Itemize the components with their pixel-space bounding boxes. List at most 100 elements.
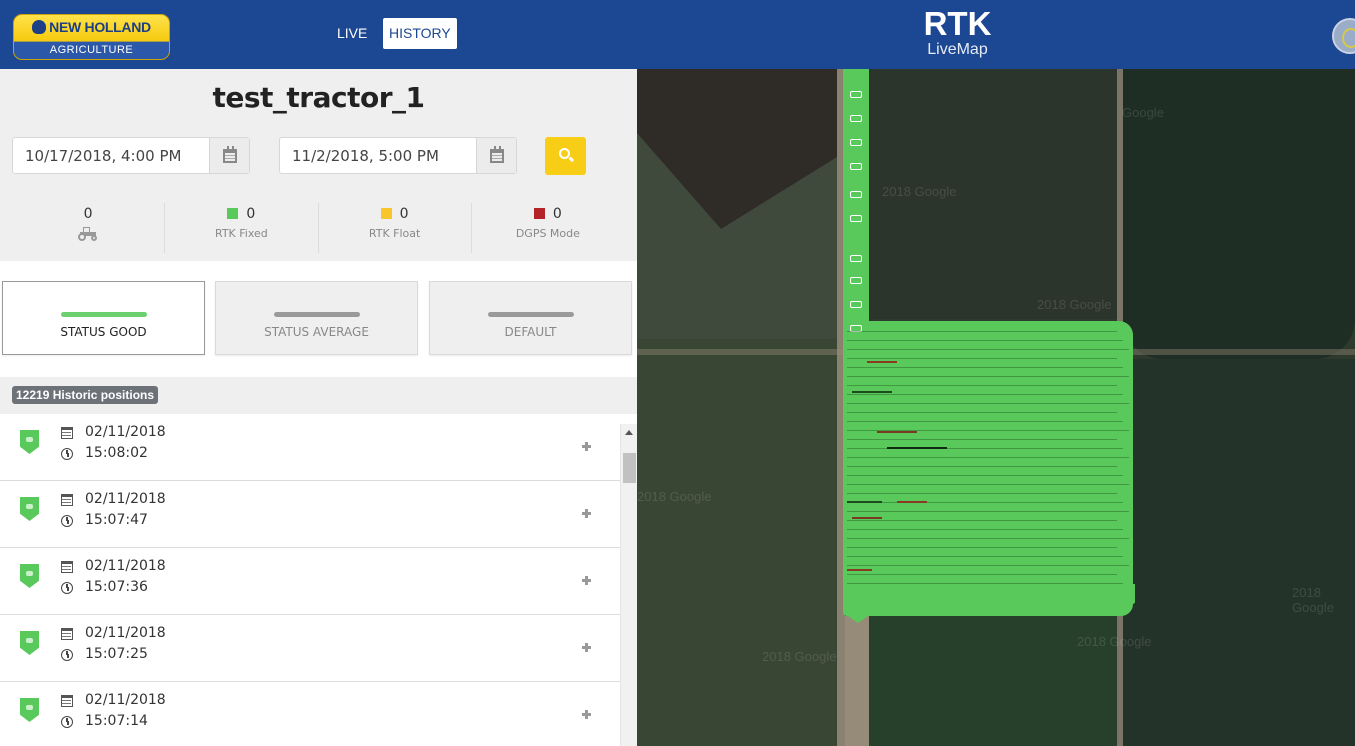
rtk-float-swatch-icon <box>380 208 392 219</box>
top-header: NEW HOLLAND AGRICULTURE LIVE HISTORY RTK… <box>0 0 1355 69</box>
map-watermark: 2018 Google <box>882 184 957 199</box>
tractor-icon <box>850 139 862 146</box>
stat-rtk-float-value: 0 <box>399 206 409 222</box>
list-item[interactable]: 02/11/2018 15:07:36 <box>0 548 620 615</box>
app-title: RTK LiveMap <box>905 6 1010 58</box>
expand-plus-icon[interactable] <box>582 708 594 720</box>
track-stripe <box>847 529 1123 530</box>
position-time: 15:07:36 <box>85 579 148 595</box>
scroll-up-arrow-icon[interactable] <box>625 430 633 435</box>
filter-status-good[interactable]: STATUS GOOD <box>2 281 205 355</box>
tractor-icon <box>850 163 862 170</box>
stat-total-value: 0 <box>83 206 93 222</box>
tractor-icon <box>850 115 862 122</box>
positions-count-badge: 12219 Historic positions <box>12 386 159 404</box>
stat-rtk-fixed-row: 0 <box>165 203 317 225</box>
user-avatar[interactable] <box>1332 18 1355 54</box>
nav-live-tab[interactable]: LIVE <box>329 18 375 49</box>
date-from-input[interactable] <box>13 138 209 173</box>
track-stripe <box>847 358 1117 359</box>
map-watermark: Google <box>1122 105 1164 120</box>
track-stripe <box>847 565 1129 566</box>
device-title: test_tractor_1 <box>212 81 425 114</box>
track-heading-line <box>867 361 897 363</box>
tractor-pin-icon <box>20 564 39 588</box>
track-column <box>843 69 869 329</box>
satellite-map[interactable]: Google 2018 Google 2018 Google 2018 Goog… <box>637 69 1355 746</box>
track-stripe <box>847 502 1123 503</box>
track-stripe <box>847 421 1123 422</box>
position-date: 02/11/2018 <box>85 558 166 574</box>
map-field <box>637 339 837 746</box>
calendar-icon <box>489 145 504 163</box>
track-stripe <box>847 403 1129 404</box>
stat-dgps-value: 0 <box>552 206 562 222</box>
position-time: 15:07:25 <box>85 646 148 662</box>
tractor-icon <box>850 277 862 284</box>
position-time: 15:07:47 <box>85 512 148 528</box>
map-road <box>845 616 869 746</box>
filter-status-good-label: STATUS GOOD <box>60 325 147 339</box>
default-bar <box>487 312 574 317</box>
track-heading-line <box>847 501 882 503</box>
track-stripe <box>847 475 1123 476</box>
search-button[interactable] <box>545 137 586 175</box>
date-from-group <box>12 137 250 174</box>
list-item[interactable]: 02/11/2018 15:07:25 <box>0 615 620 682</box>
track-stripe <box>847 385 1117 386</box>
track-stripe <box>847 331 1117 332</box>
filter-status-average-label: STATUS AVERAGE <box>264 325 369 339</box>
list-item[interactable]: 02/11/2018 15:07:14 <box>0 682 620 746</box>
stat-rtk-fixed-label: RTK Fixed <box>214 227 268 240</box>
list-item[interactable]: 02/11/2018 15:08:02 <box>0 414 620 481</box>
tractor-pin-icon <box>20 698 39 722</box>
position-date: 02/11/2018 <box>85 491 166 507</box>
history-sidebar: test_tractor_1 0 0 RTK Fixed 0 RTK Float… <box>0 69 637 746</box>
track-stripe <box>847 538 1129 539</box>
leaf-logo-icon <box>32 20 47 34</box>
calendar-icon <box>61 695 73 707</box>
positions-header: 12219 Historic positions <box>0 377 637 414</box>
expand-plus-icon[interactable] <box>582 440 594 452</box>
positions-list: 02/11/2018 15:08:02 02/11/2018 15:07:47 … <box>0 414 637 746</box>
stat-dgps-label: DGPS Mode <box>515 227 580 240</box>
expand-plus-icon[interactable] <box>582 641 594 653</box>
nav-history-tab[interactable]: HISTORY <box>383 18 457 49</box>
search-icon <box>559 148 570 159</box>
clock-icon <box>61 582 73 594</box>
status-average-bar <box>273 312 360 317</box>
filter-default[interactable]: DEFAULT <box>429 281 632 355</box>
tractor-pin-icon <box>20 631 39 655</box>
scroll-thumb[interactable] <box>623 453 636 483</box>
filter-status-average[interactable]: STATUS AVERAGE <box>215 281 418 355</box>
track-heading-line <box>852 391 892 393</box>
track-stripe <box>847 367 1123 368</box>
map-watermark: 2018 Google <box>1077 634 1152 649</box>
stat-dgps-row: 0 <box>472 203 624 225</box>
stat-rtk-float: 0 RTK Float <box>319 203 472 253</box>
list-scrollbar[interactable] <box>620 424 637 746</box>
track-stripe <box>847 511 1129 512</box>
stat-rtk-float-label: RTK Float <box>368 227 421 240</box>
track-stripe <box>847 349 1129 350</box>
calendar-icon <box>222 145 237 163</box>
tractor-icon <box>850 301 862 308</box>
new-holland-logo[interactable]: NEW HOLLAND AGRICULTURE <box>13 14 170 60</box>
map-watermark: 2018 Google <box>1037 297 1112 312</box>
expand-plus-icon[interactable] <box>582 507 594 519</box>
track-heading-line <box>887 447 947 449</box>
tractor-icon <box>850 215 862 222</box>
list-item[interactable]: 02/11/2018 15:07:47 <box>0 481 620 548</box>
calendar-icon <box>61 561 73 573</box>
position-time: 15:07:14 <box>85 713 148 729</box>
status-filter-panel: STATUS GOOD STATUS AVERAGE DEFAULT <box>0 261 637 377</box>
logo-brand-bottom: AGRICULTURE <box>49 44 134 56</box>
expand-plus-icon[interactable] <box>582 574 594 586</box>
date-to-input[interactable] <box>280 138 476 173</box>
track-heading-line <box>847 569 872 571</box>
date-from-calendar-button[interactable] <box>209 138 249 173</box>
map-watermark: 2018 Google <box>762 649 837 664</box>
track-stripe <box>847 583 1123 584</box>
app-title-sub: LiveMap <box>927 41 988 58</box>
date-to-calendar-button[interactable] <box>476 138 516 173</box>
